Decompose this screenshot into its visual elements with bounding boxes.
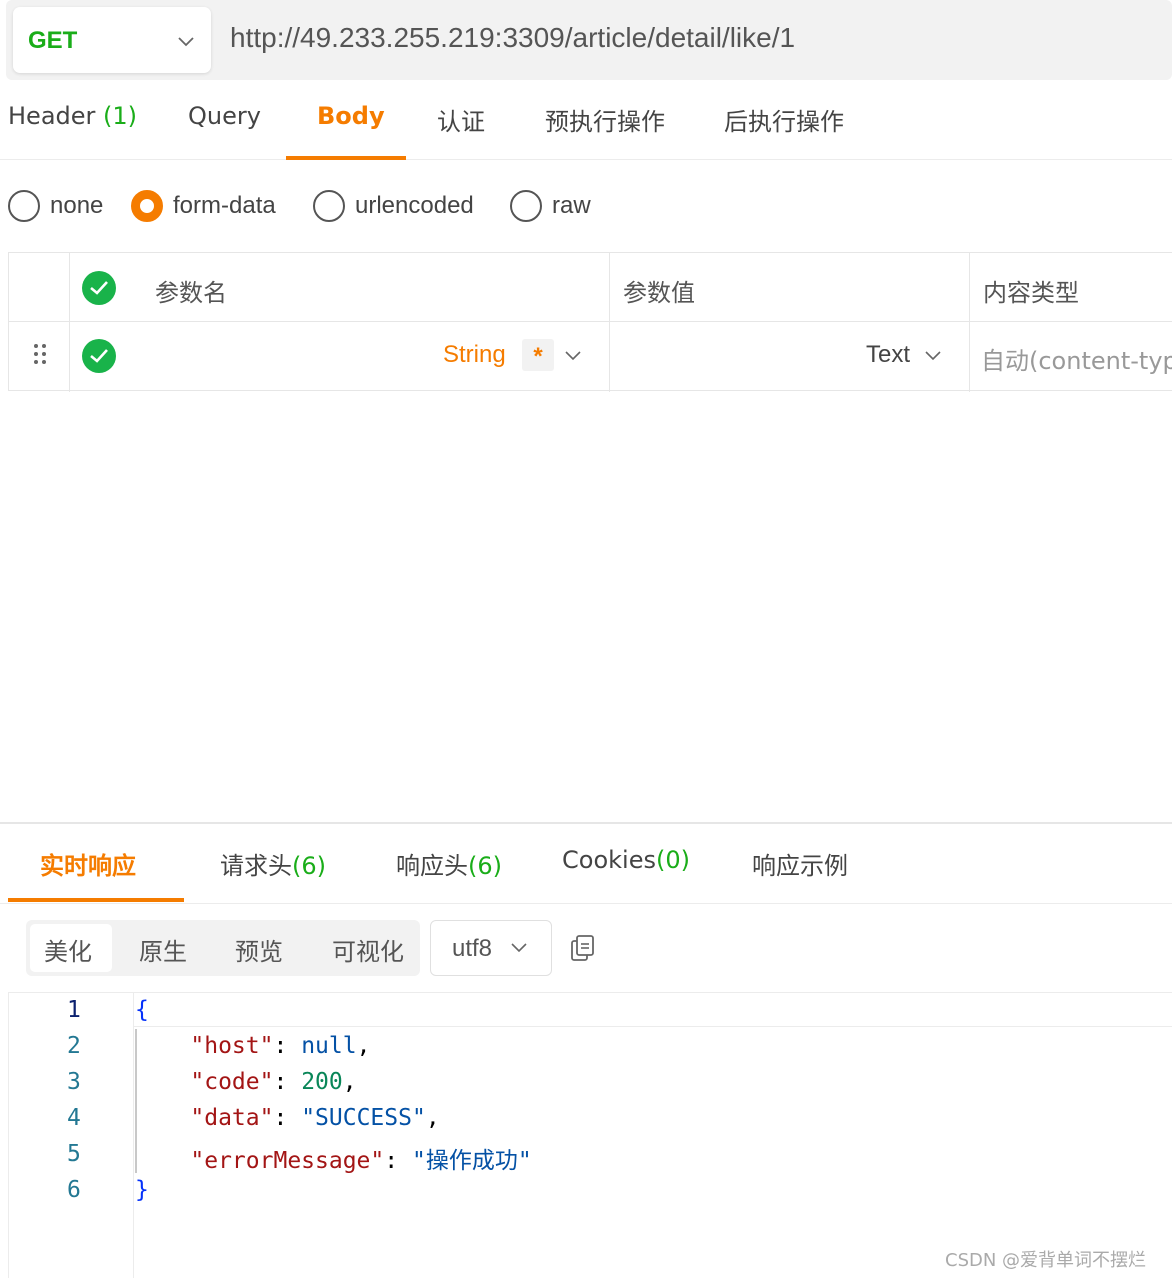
header-content-type: 内容类型 bbox=[983, 279, 1079, 307]
code-line: "code": 200, bbox=[190, 1069, 357, 1095]
radio-circle bbox=[313, 190, 345, 222]
view-mode-switch: 美化 原生 预览 可视化 bbox=[26, 920, 420, 976]
code-line: "errorMessage": "操作成功" bbox=[190, 1148, 532, 1174]
body-type-radios: none form-data urlencoded raw bbox=[0, 186, 700, 226]
method-label: GET bbox=[28, 27, 78, 54]
tab-auth[interactable]: 认证 bbox=[437, 102, 485, 137]
tab-query[interactable]: Query bbox=[188, 102, 261, 130]
tab-pre-script[interactable]: 预执行操作 bbox=[545, 102, 665, 137]
params-table: 参数名 参数值 内容类型 String * Text 自动(content-ty… bbox=[8, 252, 1172, 392]
view-pretty[interactable]: 美化 bbox=[44, 932, 92, 967]
tab-cookies[interactable]: Cookies(0) bbox=[562, 846, 690, 874]
code-line: } bbox=[135, 1177, 149, 1203]
encoding-select[interactable]: utf8 bbox=[430, 920, 552, 976]
line-number: 5 bbox=[67, 1141, 81, 1167]
url-input[interactable]: http://49.233.255.219:3309/article/detai… bbox=[230, 22, 795, 54]
check-icon bbox=[90, 349, 108, 363]
copy-icon[interactable] bbox=[570, 934, 596, 962]
param-type-select[interactable]: String bbox=[443, 341, 506, 369]
chevron-down-icon bbox=[178, 37, 194, 47]
response-body-viewer[interactable]: 1 2 3 4 5 6 { "host": null, "code": 200,… bbox=[8, 992, 1172, 1278]
url-bar: GET http://49.233.255.219:3309/article/d… bbox=[6, 0, 1172, 80]
content-type-input[interactable]: 自动(content-type) bbox=[981, 341, 1172, 376]
tab-live-response[interactable]: 实时响应 bbox=[40, 846, 136, 881]
drag-handle-icon[interactable] bbox=[34, 344, 48, 366]
view-visualize[interactable]: 可视化 bbox=[332, 932, 404, 967]
chevron-down-icon[interactable] bbox=[565, 351, 581, 361]
check-icon bbox=[90, 281, 108, 295]
required-toggle[interactable]: * bbox=[522, 339, 554, 371]
method-select[interactable]: GET bbox=[13, 7, 211, 73]
code-line: { bbox=[135, 997, 149, 1023]
row-checkbox[interactable] bbox=[82, 339, 116, 373]
line-number: 2 bbox=[67, 1033, 81, 1059]
line-number: 1 bbox=[67, 997, 81, 1023]
view-raw[interactable]: 原生 bbox=[139, 932, 187, 967]
line-number: 3 bbox=[67, 1069, 81, 1095]
tab-response-examples[interactable]: 响应示例 bbox=[752, 846, 848, 881]
header-param-name: 参数名 bbox=[155, 279, 227, 307]
tab-post-script[interactable]: 后执行操作 bbox=[724, 102, 844, 137]
code-line: "data": "SUCCESS", bbox=[190, 1105, 440, 1131]
tab-response-headers[interactable]: 响应头(6) bbox=[396, 846, 502, 881]
tab-header[interactable]: Header (1) bbox=[8, 102, 137, 130]
chevron-down-icon[interactable] bbox=[925, 351, 941, 361]
radio-circle bbox=[510, 190, 542, 222]
view-preview[interactable]: 预览 bbox=[235, 932, 283, 967]
active-tab-indicator bbox=[8, 898, 184, 902]
chevron-down-icon bbox=[511, 943, 527, 953]
radio-circle bbox=[8, 190, 40, 222]
request-tabs: Header (1) Query Body 认证 预执行操作 后执行操作 bbox=[0, 86, 1172, 160]
header-param-value: 参数值 bbox=[623, 279, 695, 307]
active-tab-indicator bbox=[286, 156, 406, 160]
response-tabs: 实时响应 请求头(6) 响应头(6) Cookies(0) 响应示例 bbox=[0, 824, 1172, 904]
radio-circle-checked bbox=[131, 190, 163, 222]
select-all-checkbox[interactable] bbox=[82, 271, 116, 305]
watermark: CSDN @爱背单词不摆烂 bbox=[945, 1250, 1147, 1271]
tab-request-headers[interactable]: 请求头(6) bbox=[220, 846, 326, 881]
line-number: 4 bbox=[67, 1105, 81, 1131]
line-number: 6 bbox=[67, 1177, 81, 1203]
code-line: "host": null, bbox=[190, 1033, 371, 1059]
value-type-select[interactable]: Text bbox=[866, 341, 910, 369]
tab-body[interactable]: Body bbox=[317, 102, 385, 130]
